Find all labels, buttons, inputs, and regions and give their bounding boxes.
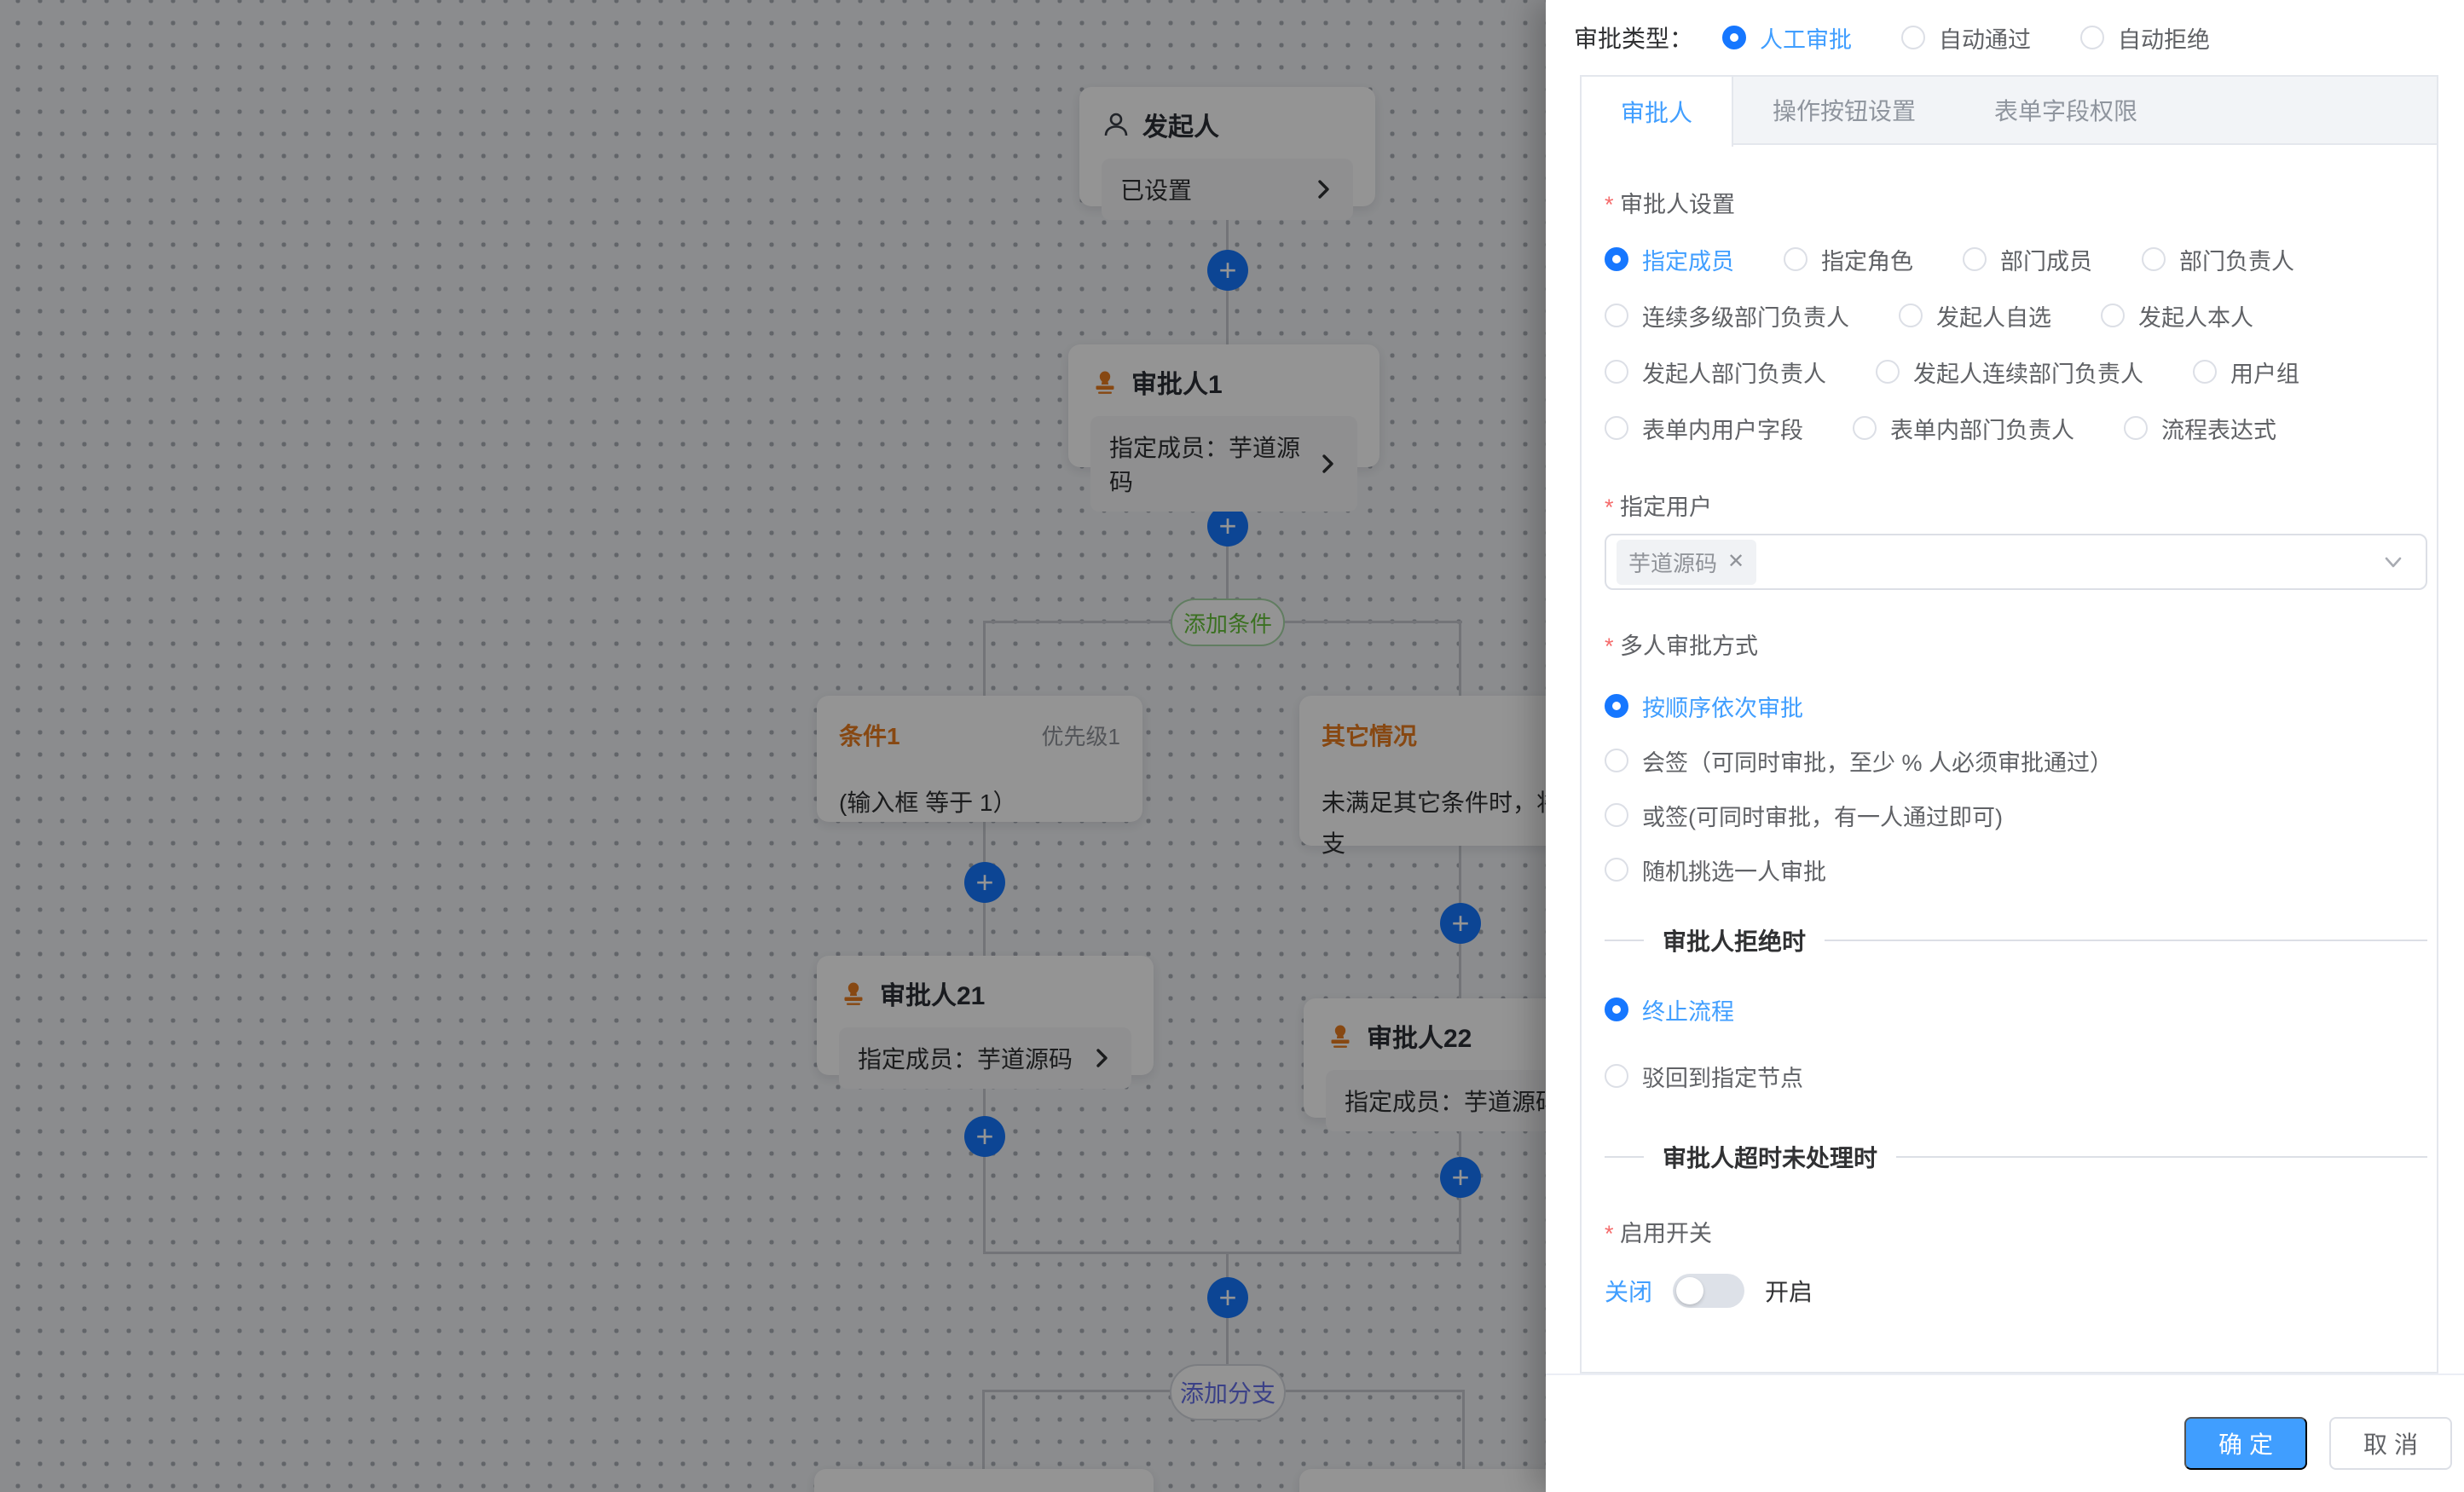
approve-type-row: 审批类型： 人工审批 自动通过 自动拒绝 [1574,14,2438,61]
radio-process-expression[interactable]: 流程表达式 [2124,412,2276,445]
cancel-button[interactable]: 取消 [2329,1417,2452,1470]
radio-initiator-select[interactable]: 发起人自选 [1899,299,2051,333]
radio-initiator-dept-leader[interactable]: 发起人部门负责人 [1605,356,1826,389]
tab-pane-approver: 审批人设置 指定成员 指定角色 部门成员 部门负责人 连续多级部门负责人 发起人… [1582,147,2437,1372]
radio-form-user-field[interactable]: 表单内用户字段 [1605,412,1803,445]
reject-section-divider: 审批人拒绝时 [1605,923,2427,957]
config-tabs-card: 审批人 操作按钮设置 表单字段权限 审批人设置 指定成员 指定角色 部门成员 部… [1580,75,2438,1373]
radio-icon [1605,304,1628,327]
radio-icon [2101,304,2125,327]
radio-icon [2124,416,2148,440]
radio-manual-approve[interactable]: 人工审批 [1722,21,1852,55]
radio-icon [1605,803,1628,827]
assigned-user-select[interactable]: 芋道源码 ✕ [1605,534,2427,590]
form-scroll-area[interactable]: 审批人设置 指定成员 指定角色 部门成员 部门负责人 连续多级部门负责人 发起人… [1582,147,2437,1329]
timeout-section-divider: 审批人超时未处理时 [1605,1140,2427,1174]
tag-close-icon[interactable]: ✕ [1727,552,1744,572]
radio-assigned-role[interactable]: 指定角色 [1784,243,1913,276]
radio-icon [1853,416,1877,440]
radio-icon [1605,1064,1628,1088]
tabs-header: 审批人 操作按钮设置 表单字段权限 [1582,77,2437,145]
timeout-section-title: 审批人超时未处理时 [1663,1140,1877,1174]
radio-sequential-approve[interactable]: 按顺序依次审批 [1605,690,2427,722]
switch-on-label: 开启 [1765,1274,1813,1308]
radio-auto-pass[interactable]: 自动通过 [1901,21,2031,55]
tab-form-field-permission[interactable]: 表单字段权限 [1955,77,2177,143]
multi-approve-label: 多人审批方式 [1605,627,2427,661]
radio-icon [1963,247,1987,271]
radio-icon [1784,247,1808,271]
radio-icon [1901,26,1925,49]
toggle-knob [1676,1277,1703,1304]
radio-dept-leader[interactable]: 部门负责人 [2142,243,2294,276]
enable-toggle[interactable] [1673,1274,1744,1308]
user-tag-text: 芋道源码 [1628,546,1717,578]
enable-switch-row: 关闭 开启 [1605,1272,2427,1310]
radio-icon [2193,360,2217,384]
assigned-user-label: 指定用户 [1605,489,2427,522]
workflow-designer-screen: 发起人 已设置 + + + + + + + [0,0,2464,1492]
radio-assigned-member[interactable]: 指定成员 [1605,243,1734,276]
radio-icon [1876,360,1900,384]
radio-icon [2142,247,2166,271]
radio-icon [1605,247,1628,271]
approver-config-drawer: 审批类型： 人工审批 自动通过 自动拒绝 审批人 操作按钮设 [1546,0,2464,1492]
user-tag: 芋道源码 ✕ [1617,540,1756,585]
radio-random-one[interactable]: 随机挑选一人审批 [1605,853,2427,886]
radio-form-dept-leader[interactable]: 表单内部门负责人 [1853,412,2074,445]
radio-icon [2080,26,2104,49]
drawer-footer: 确定 取消 [1546,1373,2464,1492]
radio-terminate-process[interactable]: 终止流程 [1605,993,2427,1026]
radio-return-to-node[interactable]: 驳回到指定节点 [1605,1060,2427,1092]
radio-initiator-self[interactable]: 发起人本人 [2101,299,2253,333]
tab-approver[interactable]: 审批人 [1582,77,1733,147]
radio-countersign[interactable]: 会签（可同时审批，至少 % 人必须审批通过） [1605,744,2427,777]
radio-icon [1605,749,1628,772]
approve-type-label: 审批类型： [1574,20,1693,55]
radio-user-group[interactable]: 用户组 [2193,356,2299,389]
tab-button-settings[interactable]: 操作按钮设置 [1733,77,1955,143]
radio-icon [1899,304,1923,327]
approver-setting-label: 审批人设置 [1605,186,2427,219]
radio-icon [1605,694,1628,718]
radio-initiator-multi-dept-leader[interactable]: 发起人连续部门负责人 [1876,356,2143,389]
radio-auto-reject[interactable]: 自动拒绝 [2080,21,2210,55]
radio-icon [1605,360,1628,384]
radio-dept-member[interactable]: 部门成员 [1963,243,2092,276]
confirm-button[interactable]: 确定 [2184,1417,2307,1470]
reject-section-title: 审批人拒绝时 [1663,923,1806,957]
radio-multi-level-dept-leader[interactable]: 连续多级部门负责人 [1605,299,1849,333]
enable-switch-label: 启用开关 [1605,1215,2427,1248]
chevron-down-icon [2381,550,2405,574]
radio-orsign[interactable]: 或签(可同时审批，有一人通过即可) [1605,799,2427,831]
radio-icon [1605,998,1628,1021]
radio-icon [1605,858,1628,882]
radio-icon [1722,26,1746,49]
radio-icon [1605,416,1628,440]
switch-off-label: 关闭 [1605,1274,1652,1308]
